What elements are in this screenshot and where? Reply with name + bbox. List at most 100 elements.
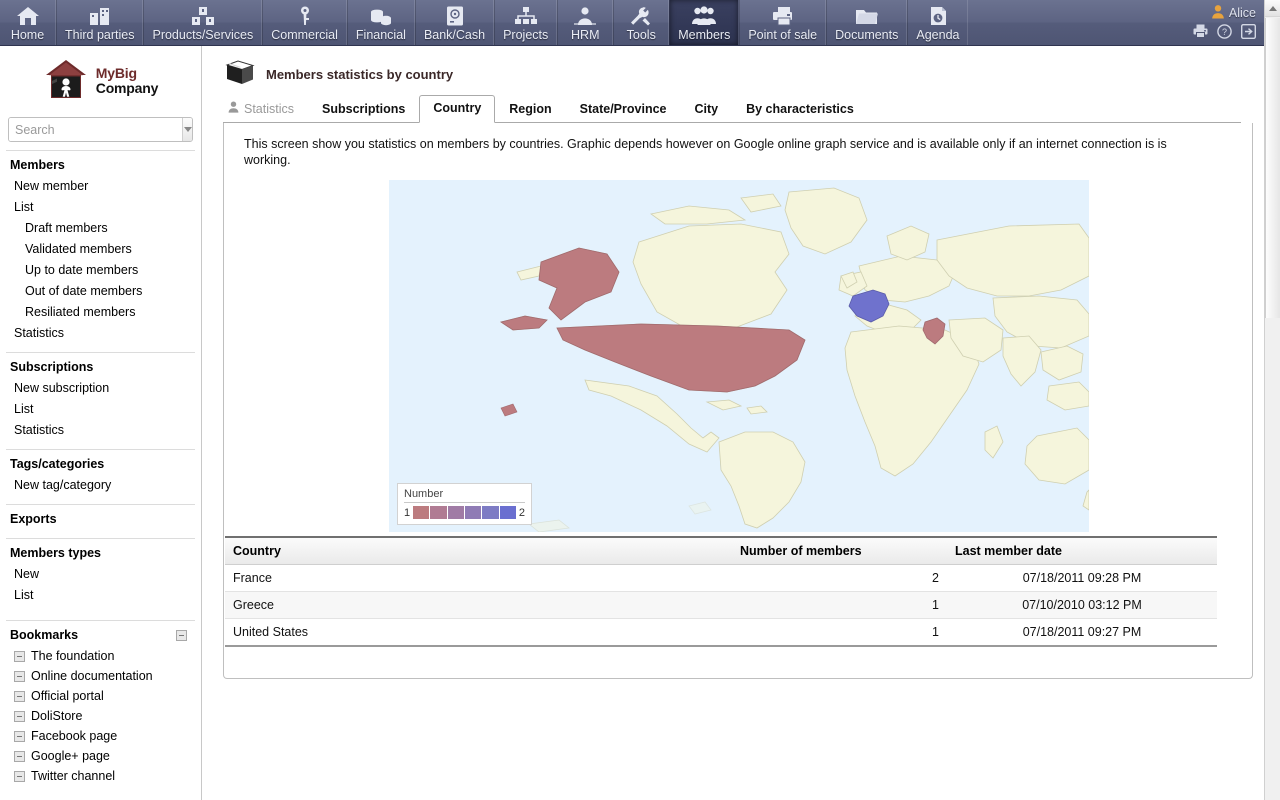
tab-by-characteristics[interactable]: By characteristics [732, 96, 868, 123]
table-row[interactable]: Greece107/10/2010 03:12 PM [225, 592, 1217, 619]
sidebar-item-statistics[interactable]: Statistics [0, 323, 201, 344]
sidebar-menu: MembersNew memberListDraft membersValida… [0, 150, 201, 606]
user-name: Alice [1229, 6, 1256, 20]
table-header-row: CountryNumber of membersLast member date [225, 537, 1217, 565]
cell-last-date: 07/18/2011 09:28 PM [947, 565, 1217, 592]
sidebar-item-list[interactable]: List [0, 399, 201, 420]
scrollbar-up-button[interactable] [1265, 0, 1280, 17]
add-bookmark-icon[interactable] [176, 630, 187, 641]
legend-swatch-5 [500, 506, 516, 519]
sidebar-item-draft-members[interactable]: Draft members [0, 218, 201, 239]
bookmark-item[interactable]: The foundation [0, 646, 201, 666]
search-box[interactable] [8, 117, 193, 142]
sidebar-item-up-to-date-members[interactable]: Up to date members [0, 260, 201, 281]
bookmark-label: Twitter channel [31, 769, 115, 783]
tab-label: Region [509, 102, 551, 116]
country-statistics-table: CountryNumber of membersLast member date… [225, 536, 1217, 647]
table-header-last-member-date[interactable]: Last member date [947, 537, 1217, 565]
nav-item-label: Third parties [65, 28, 134, 43]
chevron-down-icon [184, 127, 192, 132]
sidebar-item-list[interactable]: List [0, 585, 201, 606]
nav-item-third-parties[interactable]: Third parties [56, 0, 143, 45]
person-desk-icon [572, 5, 598, 27]
nav-item-point-of-sale[interactable]: Point of sale [739, 0, 826, 45]
nav-item-financial[interactable]: Financial [347, 0, 415, 45]
nav-item-commercial[interactable]: Commercial [262, 0, 347, 45]
tab-subscriptions[interactable]: Subscriptions [308, 96, 419, 123]
page-header: Members statistics by country [203, 46, 1264, 90]
scrollbar-thumb[interactable] [1265, 18, 1280, 318]
tab-country[interactable]: Country [419, 95, 495, 123]
menu-section-title: Exports [0, 505, 201, 530]
nav-item-home[interactable]: Home [0, 0, 56, 45]
boxes-icon [190, 5, 216, 27]
nav-action-icons: ? [1193, 24, 1256, 42]
nav-item-documents[interactable]: Documents [826, 0, 907, 45]
tab-region[interactable]: Region [495, 96, 565, 123]
person-desk-icon [571, 3, 599, 27]
nav-item-bank-cash[interactable]: Bank/Cash [415, 0, 494, 45]
bookmark-item[interactable]: Online documentation [0, 666, 201, 686]
top-nav-items: Home Third parties Products/Services Commer… [0, 0, 968, 45]
nav-item-projects[interactable]: Projects [494, 0, 557, 45]
search-input[interactable] [9, 118, 182, 141]
legend-title: Number [404, 488, 525, 503]
cell-members: 1 [732, 592, 947, 619]
bank-card-icon [442, 5, 468, 27]
sidebar-item-out-of-date-members[interactable]: Out of date members [0, 281, 201, 302]
boxes-icon [189, 3, 217, 27]
bookmark-link-icon [14, 691, 25, 702]
sidebar: MyBig Company MembersNew memberListDraft… [0, 46, 202, 800]
sidebar-item-new-subscription[interactable]: New subscription [0, 378, 201, 399]
sidebar-item-list[interactable]: List [0, 197, 201, 218]
sidebar-item-resiliated-members[interactable]: Resiliated members [0, 302, 201, 323]
house-icon [15, 5, 41, 27]
nav-item-products-services[interactable]: Products/Services [143, 0, 262, 45]
tab-state-province[interactable]: State/Province [566, 96, 681, 123]
bank-card-icon [441, 3, 469, 27]
page-scrollbar[interactable] [1264, 0, 1280, 800]
main-content: Members statistics by country Statistics… [203, 46, 1264, 800]
sidebar-item-statistics[interactable]: Statistics [0, 420, 201, 441]
sidebar-item-new[interactable]: New [0, 564, 201, 585]
page-title: Members statistics by country [266, 67, 453, 82]
nav-item-label: Members [678, 28, 730, 43]
bookmark-item[interactable]: Twitter channel [0, 766, 201, 786]
sidebar-item-new-tag-category[interactable]: New tag/category [0, 475, 201, 496]
help-icon[interactable]: ? [1217, 24, 1232, 42]
table-row[interactable]: United States107/18/2011 09:27 PM [225, 619, 1217, 647]
user-menu[interactable]: Alice [1211, 4, 1256, 22]
nav-item-agenda[interactable]: Agenda [907, 0, 968, 45]
bookmark-item[interactable]: Official portal [0, 686, 201, 706]
chevron-up-icon [1269, 6, 1277, 11]
table-row[interactable]: France207/18/2011 09:28 PM [225, 565, 1217, 592]
nav-item-label: Commercial [271, 28, 338, 43]
tab-label: By characteristics [746, 102, 854, 116]
bookmark-item[interactable]: DoliStore [0, 706, 201, 726]
table-header-country[interactable]: Country [225, 537, 732, 565]
nav-item-label: Tools [627, 28, 656, 43]
nav-item-members[interactable]: Members [669, 0, 739, 45]
legend-max-value: 2 [519, 507, 525, 519]
sidebar-item-validated-members[interactable]: Validated members [0, 239, 201, 260]
bookmark-item[interactable]: Facebook page [0, 726, 201, 746]
nav-item-tools[interactable]: Tools [613, 0, 669, 45]
table-header-number-of-members[interactable]: Number of members [732, 537, 947, 565]
org-chart-icon [512, 3, 540, 27]
print-icon[interactable] [1193, 24, 1208, 41]
house-person-logo-icon [43, 58, 89, 103]
logout-icon[interactable] [1241, 24, 1256, 42]
nav-item-hrm[interactable]: HRM [557, 0, 613, 45]
nav-item-label: Point of sale [748, 28, 817, 43]
bookmark-item[interactable]: Google+ page [0, 746, 201, 766]
key-icon [292, 5, 318, 27]
cell-members: 2 [732, 565, 947, 592]
bookmark-label: Google+ page [31, 749, 110, 763]
company-logo[interactable]: MyBig Company [0, 46, 201, 113]
legend-swatch-2 [448, 506, 465, 519]
legend-swatch-4 [482, 506, 499, 519]
tab-city[interactable]: City [680, 96, 732, 123]
nav-item-label: Agenda [916, 28, 959, 43]
sidebar-item-new-member[interactable]: New member [0, 176, 201, 197]
search-dropdown-button[interactable] [182, 118, 192, 141]
